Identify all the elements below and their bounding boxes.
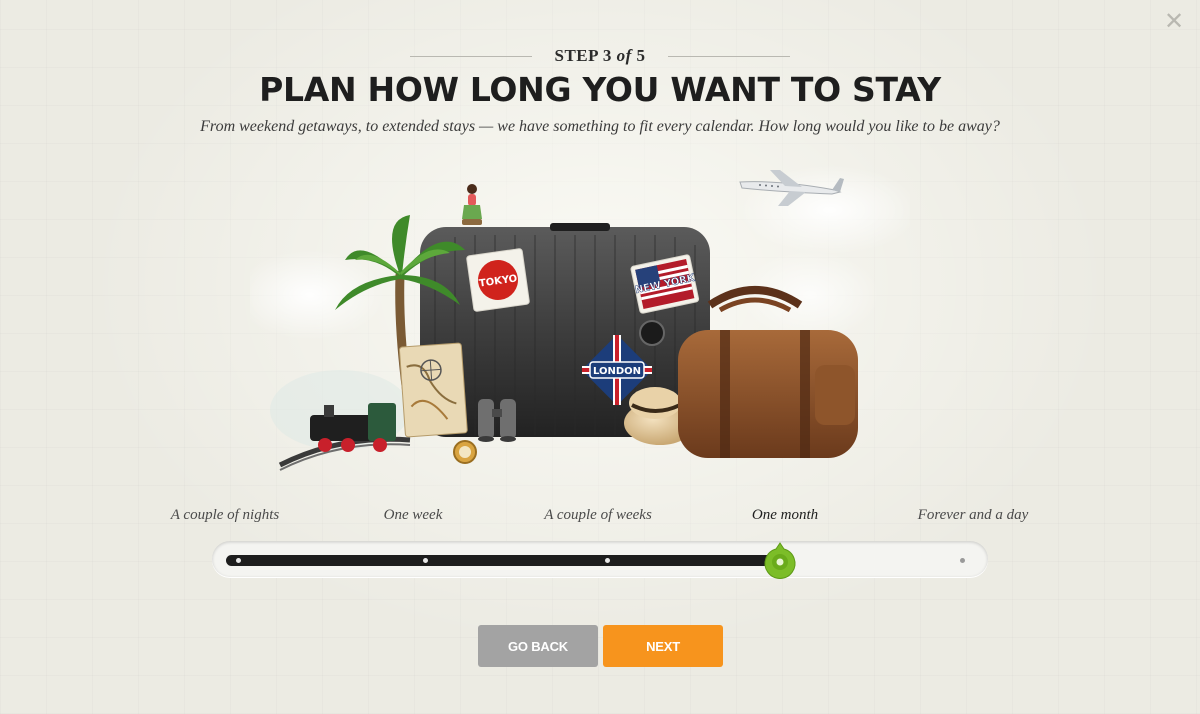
go-back-button[interactable]: GO BACK	[478, 625, 598, 667]
hula-doll-icon	[462, 184, 482, 225]
slider-stop-dot[interactable]	[959, 558, 965, 563]
next-button[interactable]: NEXT	[603, 625, 723, 667]
option-one-month[interactable]: One month	[752, 507, 818, 524]
close-icon[interactable]: ✕	[1162, 10, 1186, 34]
map-book-icon	[398, 342, 468, 438]
option-one-week[interactable]: One week	[384, 507, 443, 524]
compass-icon	[453, 440, 477, 464]
option-forever-and-a-day[interactable]: Forever and a day	[918, 507, 1029, 524]
duration-options: A couple of nights One week A couple of …	[0, 507, 1200, 527]
step-label: STEP 3 of 5	[554, 46, 645, 66]
duration-slider[interactable]	[212, 541, 988, 579]
step-of: of	[616, 46, 632, 65]
slider-fill	[226, 555, 780, 566]
tokyo-sticker: TOKYO	[466, 248, 530, 312]
option-couple-of-weeks[interactable]: A couple of weeks	[544, 507, 652, 524]
slider-handle[interactable]	[760, 541, 800, 581]
option-couple-of-nights[interactable]: A couple of nights	[171, 507, 279, 524]
step-current: STEP 3	[554, 46, 612, 65]
slider-stop-dot[interactable]	[604, 558, 610, 563]
page-title: PLAN HOW LONG YOU WANT TO STAY	[259, 70, 941, 109]
step-total: 5	[636, 46, 646, 65]
travel-illustration: TOKYO NEW YORK LONDON	[250, 165, 910, 471]
step-divider-left	[410, 55, 533, 57]
slider-stop-dot[interactable]	[422, 558, 428, 563]
step-divider-right	[667, 55, 790, 57]
step-indicator: STEP 3 of 5	[0, 46, 1200, 66]
slider-stop-dot[interactable]	[235, 558, 241, 563]
page-subtitle: From weekend getaways, to extended stays…	[200, 118, 1000, 135]
london-sticker-text: LONDON	[593, 366, 641, 377]
